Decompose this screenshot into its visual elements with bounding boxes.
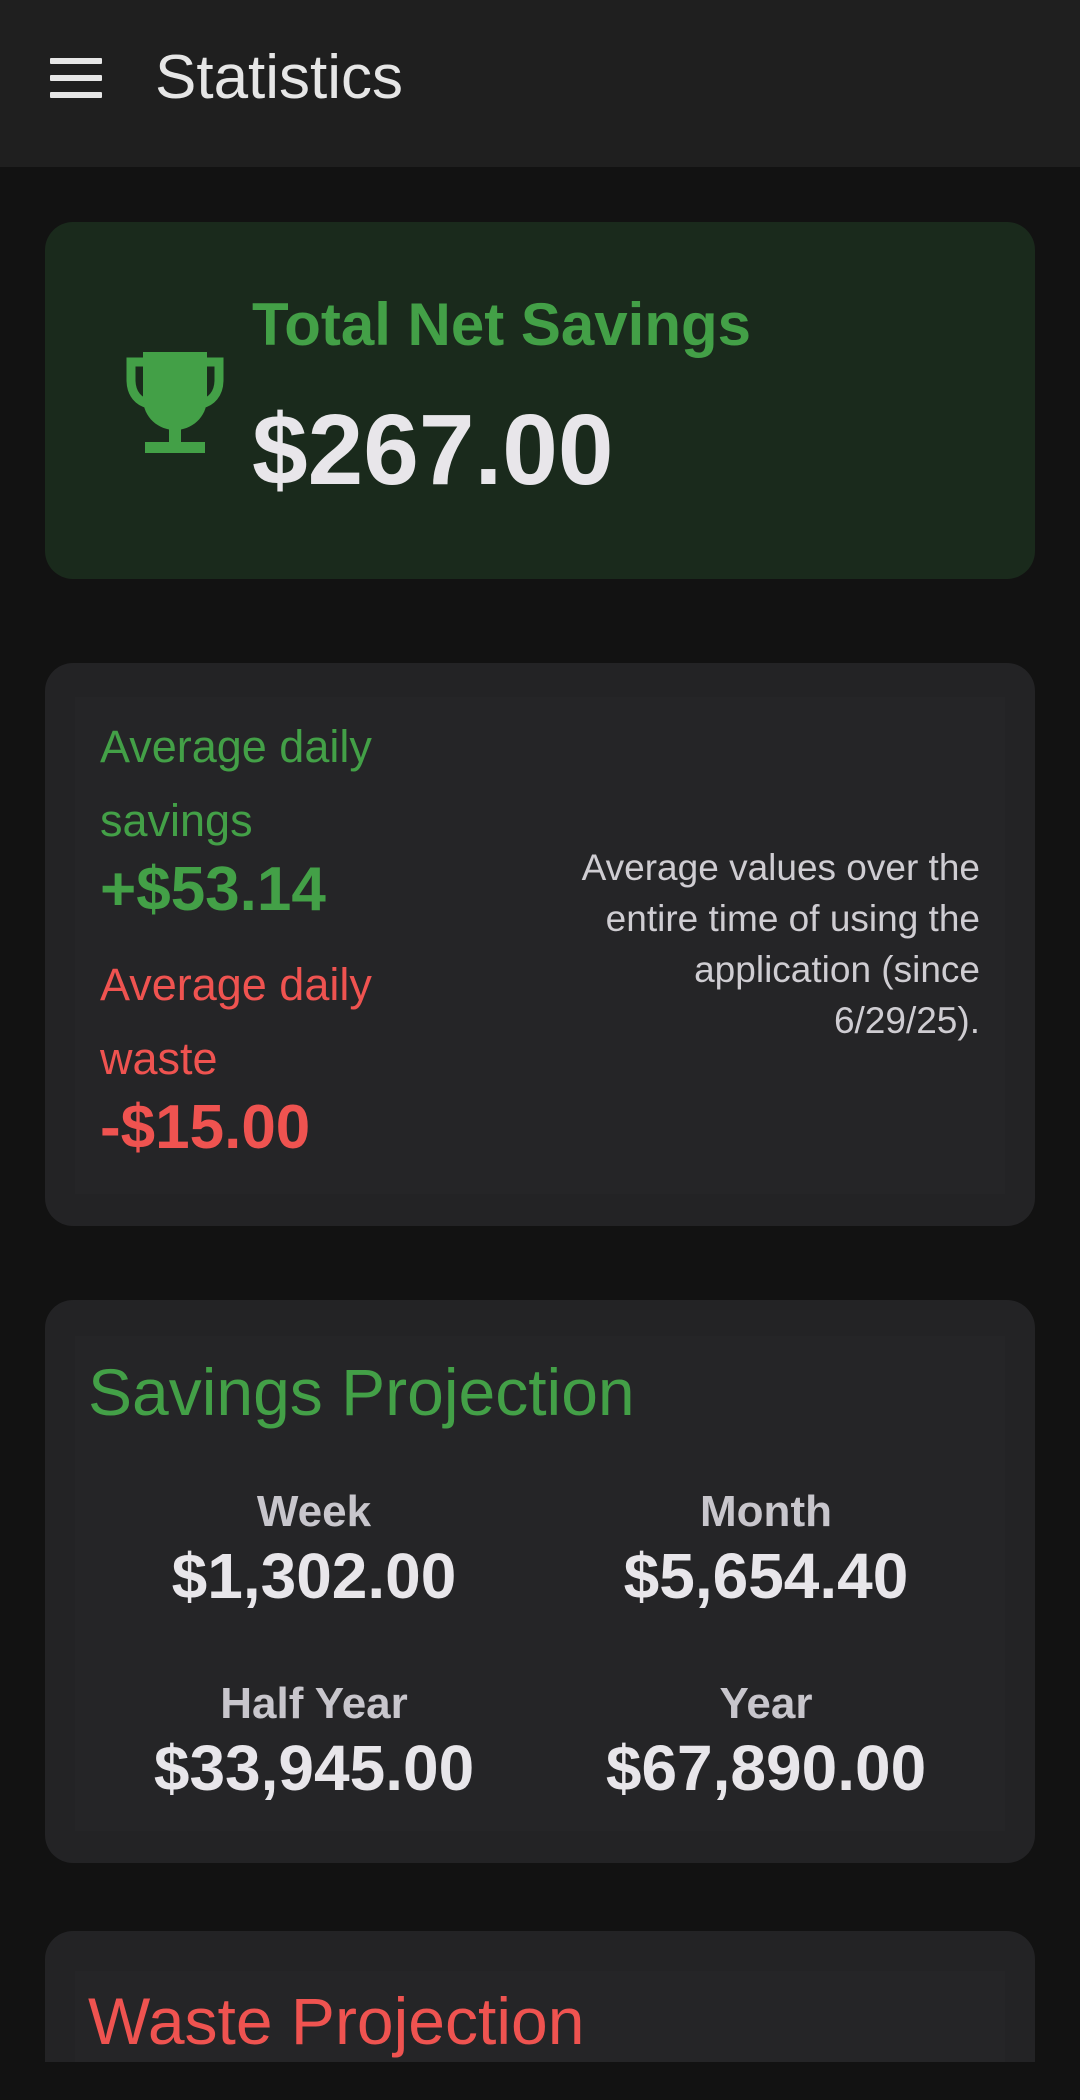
projection-week-label: Week [256,1487,372,1536]
projection-month: Month $5,654.40 [540,1486,992,1614]
statistics-screen: Statistics Total Net Savings $267.00 Ave… [0,0,1080,2100]
total-net-savings-label: Total Net Savings [252,291,751,358]
projection-year: Year $67,890.00 [540,1678,992,1806]
savings-projection-title: Savings Projection [88,1355,635,1429]
waste-projection-title: Waste Projection [88,1984,585,2058]
averages-note: Average values over the entire time of u… [581,847,980,1041]
average-daily-waste-value: -$15.00 [100,1093,311,1162]
app-bar: Statistics [0,0,1080,167]
average-daily-savings-value: +$53.14 [100,855,326,924]
page-title: Statistics [155,43,404,112]
projection-week-value: $1,302.00 [171,1540,457,1612]
hamburger-menu-icon[interactable] [50,58,104,100]
projection-half-year: Half Year $33,945.00 [88,1678,540,1806]
projection-half-year-value: $33,945.00 [153,1732,475,1804]
projection-month-label: Month [700,1487,832,1536]
projection-month-value: $5,654.40 [623,1540,909,1612]
projection-year-label: Year [719,1679,813,1728]
total-net-savings-value: $267.00 [252,394,614,506]
trophy-icon [126,352,224,453]
average-daily-waste-label: Average daily waste [100,959,372,1084]
projection-half-year-label: Half Year [220,1679,408,1728]
projection-week: Week $1,302.00 [88,1486,540,1614]
average-daily-savings-label: Average daily savings [100,721,372,846]
bottom-edge [0,2062,1080,2100]
projection-year-value: $67,890.00 [605,1732,927,1804]
